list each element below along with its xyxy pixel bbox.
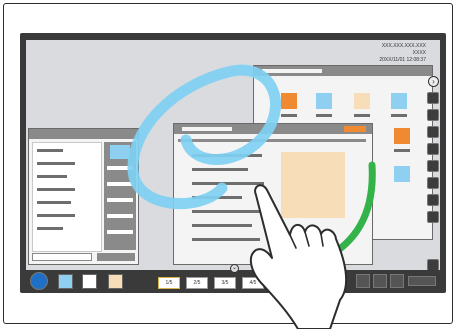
hand-pointer-icon — [249, 184, 348, 329]
